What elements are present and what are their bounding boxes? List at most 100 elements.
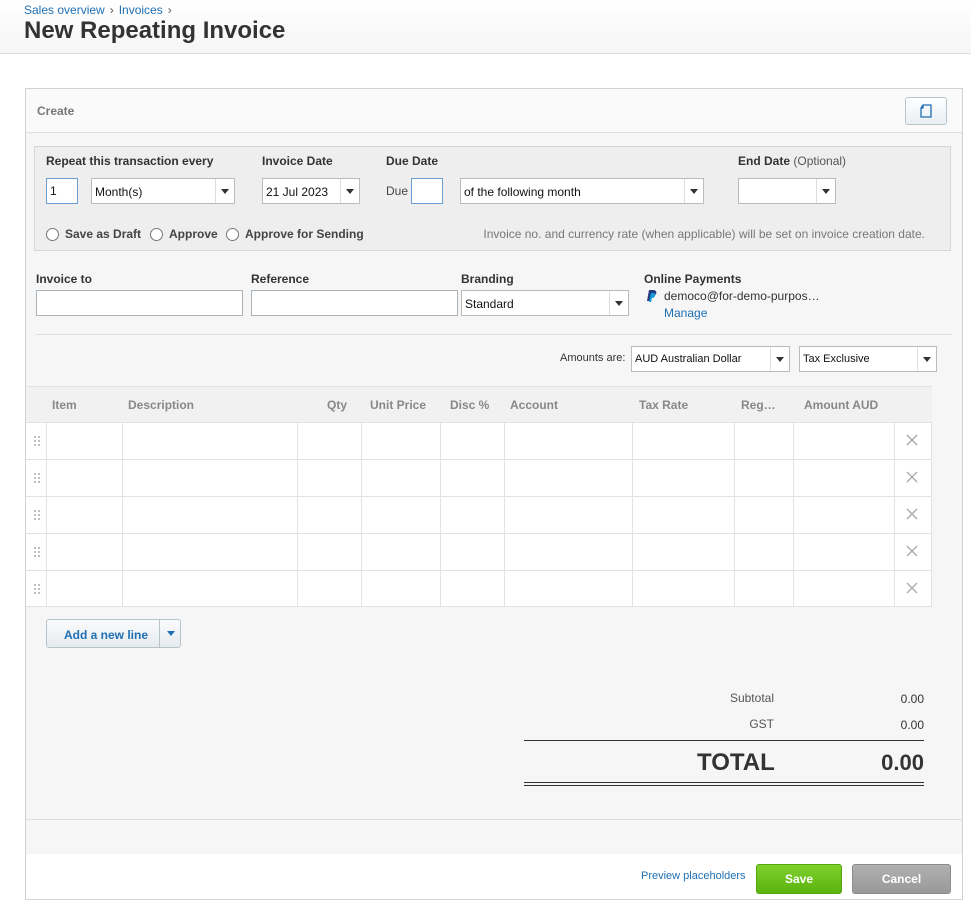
cell-qty[interactable] [297,460,361,496]
delete-row-icon[interactable] [906,471,918,483]
grid-bottom-border [26,606,932,607]
radio-label: Approve for Sending [245,227,364,241]
invoice-date-value: 21 Jul 2023 [266,185,329,199]
radio-save-as-draft[interactable]: Save as Draft [46,227,141,241]
delete-row-icon[interactable] [906,582,918,594]
reference-label: Reference [251,272,310,286]
breadcrumb-separator: › [109,3,114,17]
header-item: Item [52,398,77,412]
chevron-down-icon [340,179,359,203]
cell-account[interactable] [504,497,632,533]
repeat-interval-input[interactable] [46,178,78,204]
chevron-down-icon [770,347,789,371]
radio-circle [150,227,163,241]
cell-disc[interactable] [440,423,504,459]
cell-region[interactable] [734,497,793,533]
cell-disc[interactable] [440,460,504,496]
cancel-button[interactable]: Cancel [852,864,951,894]
end-date-label-text: End Date [738,154,791,168]
cell-unit-price[interactable] [361,423,440,459]
subtotal-label: Subtotal [729,691,774,705]
cell-amount[interactable] [793,423,894,459]
add-line-options-button[interactable] [159,620,181,647]
cell-amount[interactable] [793,497,894,533]
cell-disc[interactable] [440,534,504,570]
repeat-label: Repeat this transaction every [46,154,214,168]
cell-item[interactable] [46,497,122,533]
preview-placeholders-link[interactable]: Preview placeholders [641,870,746,882]
cell-unit-price[interactable] [361,534,440,570]
drag-handle-icon[interactable] [34,509,40,521]
drag-handle-icon[interactable] [34,435,40,447]
cell-region[interactable] [734,571,793,607]
cell-region[interactable] [734,423,793,459]
cell-amount[interactable] [793,460,894,496]
cell-qty[interactable] [297,534,361,570]
cell-account[interactable] [504,460,632,496]
delete-row-icon[interactable] [906,508,918,520]
amounts-are-label: Amounts are: [560,352,626,364]
cell-item[interactable] [46,534,122,570]
cell-disc[interactable] [440,497,504,533]
cell-qty[interactable] [297,423,361,459]
breadcrumb-invoices[interactable]: Invoices [119,3,163,17]
cell-tax-rate[interactable] [632,497,734,533]
due-days-input[interactable] [411,178,443,204]
invoice-to-input[interactable] [36,290,243,316]
cell-tax-rate[interactable] [632,460,734,496]
cell-amount[interactable] [793,571,894,607]
cell-unit-price[interactable] [361,571,440,607]
currency-select[interactable]: AUD Australian Dollar [631,346,790,372]
due-terms-select[interactable]: of the following month [460,178,704,204]
drag-handle-icon[interactable] [34,472,40,484]
reference-input[interactable] [251,290,458,316]
cell-disc[interactable] [440,571,504,607]
end-date-picker[interactable] [738,178,836,204]
cell-region[interactable] [734,534,793,570]
cell-unit-price[interactable] [361,460,440,496]
cell-description[interactable] [122,534,297,570]
cell-amount[interactable] [793,534,894,570]
online-payments-label: Online Payments [644,272,742,286]
subtotal-value: 0.00 [900,692,924,706]
cell-unit-price[interactable] [361,497,440,533]
breadcrumb-sales-overview[interactable]: Sales overview [24,3,105,17]
cell-qty[interactable] [297,497,361,533]
delete-row-icon[interactable] [906,545,918,557]
cell-tax-rate[interactable] [632,571,734,607]
copy-button[interactable] [905,97,947,125]
cell-region[interactable] [734,460,793,496]
line-item-row [26,570,932,607]
tax-mode-select[interactable]: Tax Exclusive [799,346,937,372]
repeat-period-select[interactable]: Month(s) [91,178,235,204]
drag-handle-icon[interactable] [34,546,40,558]
drag-handle-icon[interactable] [34,583,40,595]
cell-description[interactable] [122,460,297,496]
chevron-down-icon [166,631,175,636]
cell-description[interactable] [122,571,297,607]
copy-icon [920,104,932,118]
header-qty: Qty [327,398,348,412]
line-item-row [26,496,932,533]
branding-select[interactable]: Standard [461,290,629,316]
manage-link[interactable]: Manage [664,306,707,320]
cell-tax-rate[interactable] [632,534,734,570]
cell-account[interactable] [504,423,632,459]
radio-approve-for-sending[interactable]: Approve for Sending [226,227,364,241]
cell-description[interactable] [122,423,297,459]
chevron-down-icon [816,179,835,203]
cell-item[interactable] [46,460,122,496]
cell-qty[interactable] [297,571,361,607]
radio-approve[interactable]: Approve [150,227,218,241]
delete-row-icon[interactable] [906,434,918,446]
cell-description[interactable] [122,497,297,533]
cell-tax-rate[interactable] [632,423,734,459]
breadcrumb-separator: › [167,3,172,17]
invoice-date-picker[interactable]: 21 Jul 2023 [262,178,360,204]
save-button[interactable]: Save [756,864,842,894]
cell-item[interactable] [46,423,122,459]
add-new-line-button[interactable]: Add a new line [46,619,181,648]
cell-account[interactable] [504,534,632,570]
cell-account[interactable] [504,571,632,607]
cell-item[interactable] [46,571,122,607]
